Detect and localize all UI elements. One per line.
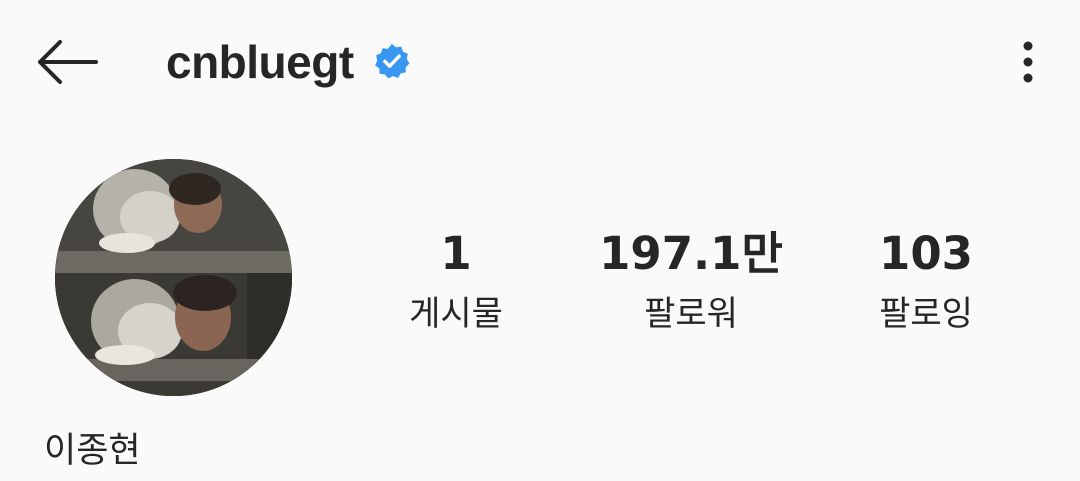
posts-count-label: 게시물 bbox=[409, 294, 503, 334]
vertical-dots-icon bbox=[1023, 41, 1033, 83]
following-count-value: 103 bbox=[879, 227, 973, 280]
more-options-button[interactable] bbox=[1004, 30, 1052, 94]
posts-count-stat[interactable]: 1 게시물 bbox=[346, 224, 566, 338]
profile-photo bbox=[55, 159, 292, 396]
followers-count-stat[interactable]: 197.1만 팔로워 bbox=[581, 224, 801, 338]
profile-avatar[interactable] bbox=[55, 159, 292, 396]
arrow-left-icon bbox=[38, 40, 98, 84]
posts-count-value: 1 bbox=[440, 227, 472, 280]
profile-full-name: 이종현 bbox=[44, 431, 141, 471]
verified-badge-icon bbox=[375, 43, 410, 79]
followers-count-label: 팔로워 bbox=[644, 294, 738, 334]
profile-header: cnbluegt bbox=[0, 0, 1080, 124]
profile-username: cnbluegt bbox=[166, 36, 354, 88]
following-count-label: 팔로잉 bbox=[879, 294, 973, 334]
following-count-stat[interactable]: 103 팔로잉 bbox=[816, 224, 1036, 338]
followers-count-value: 197.1만 bbox=[599, 227, 783, 280]
back-button[interactable] bbox=[28, 28, 104, 96]
